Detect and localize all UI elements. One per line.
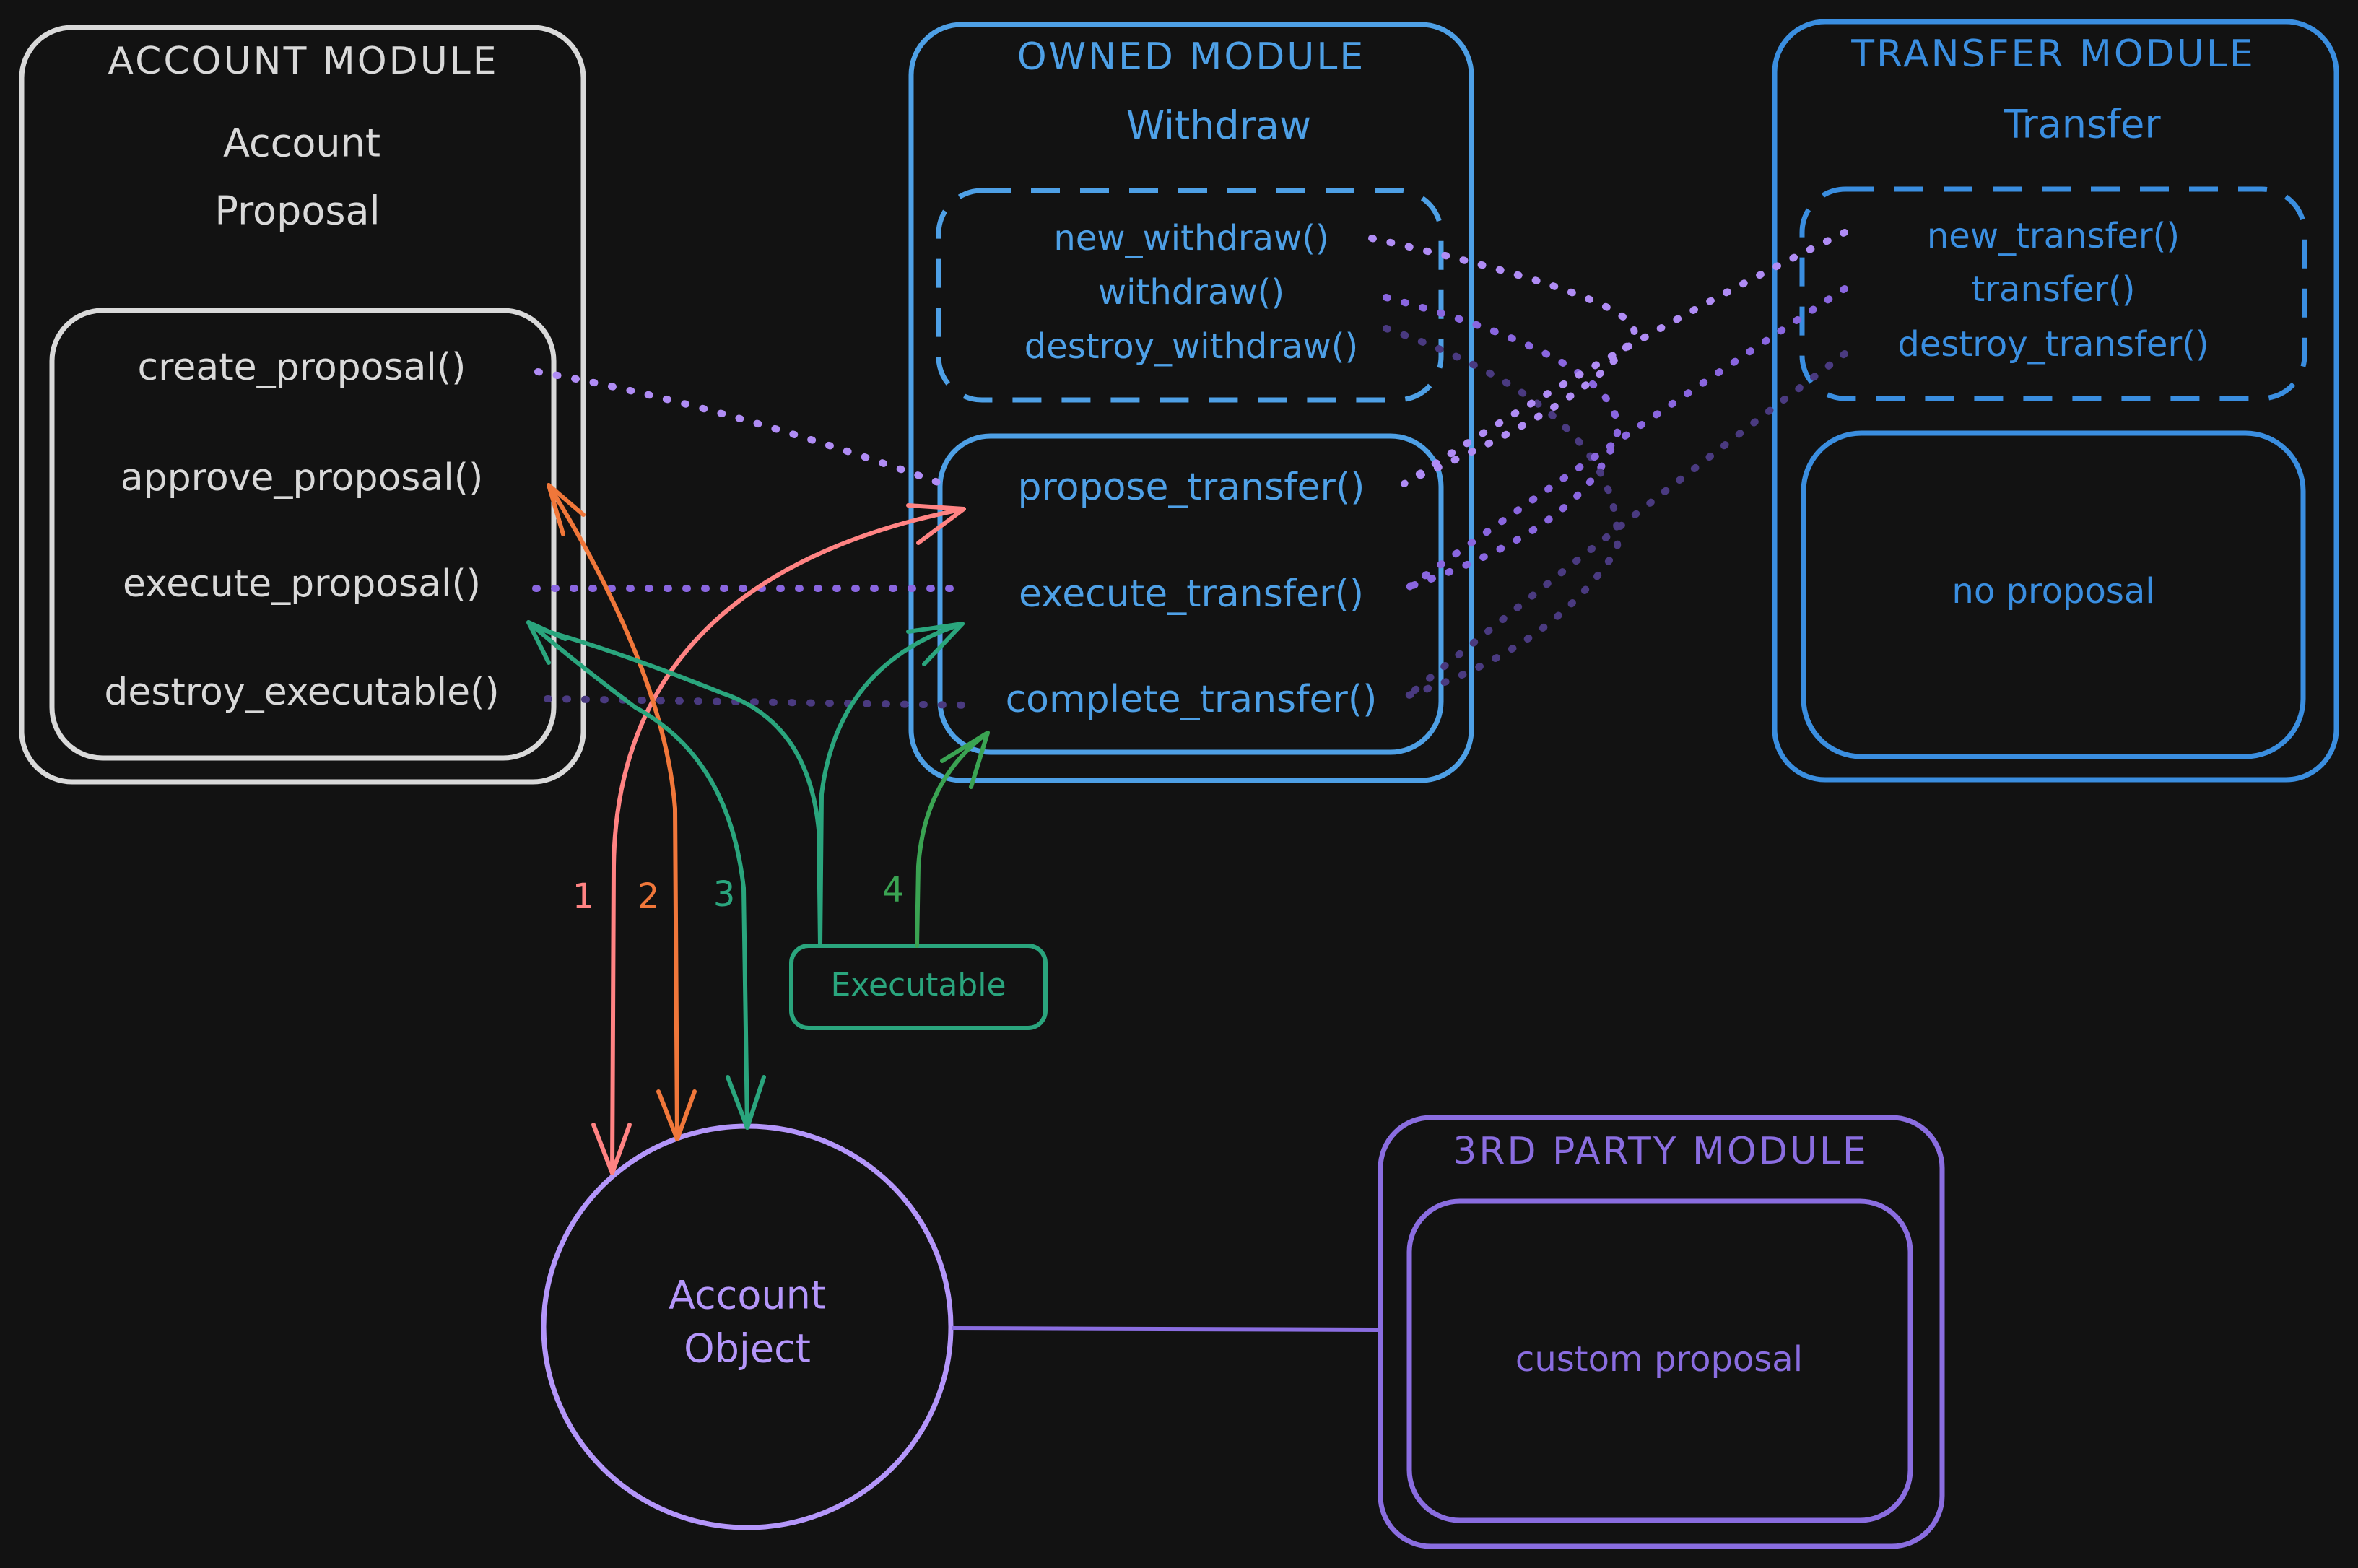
link-destroy-executable-to-complete-transfer	[544, 695, 975, 709]
account-object-label-line1: Account	[669, 1273, 826, 1318]
architecture-diagram: ACCOUNT MODULE Account Proposal create_p…	[19, 19, 2339, 1549]
fn-propose-transfer[interactable]: propose_transfer()	[1018, 466, 1365, 509]
account-object[interactable]: Account Object	[541, 1123, 954, 1530]
flow-label-1: 1	[573, 876, 595, 917]
third-party-module-title: 3RD PARTY MODULE	[1453, 1130, 1868, 1173]
link-new-withdraw-to-propose-transfer	[1368, 235, 1638, 486]
third-party-module[interactable]: 3RD PARTY MODULE custom proposal	[1378, 1115, 1945, 1549]
transfer-module[interactable]: TRANSFER MODULE Transfer new_transfer() …	[1772, 19, 2339, 783]
fn-create-proposal[interactable]: create_proposal()	[138, 346, 466, 389]
fn-complete-transfer[interactable]: complete_transfer()	[1006, 678, 1378, 721]
fn-approve-proposal[interactable]: approve_proposal()	[121, 456, 484, 500]
fn-transfer[interactable]: transfer()	[1971, 269, 2135, 310]
account-object-to-third-party-connector	[951, 1326, 1381, 1332]
custom-proposal-label: custom proposal	[1515, 1339, 1803, 1380]
owned-module[interactable]: OWNED MODULE Withdraw new_withdraw() wit…	[908, 22, 1474, 783]
transfer-module-subtitle: Transfer	[2003, 102, 2161, 147]
flow-label-3: 3	[713, 874, 736, 915]
account-module-subtitle-proposal: Proposal	[214, 188, 380, 234]
fn-withdraw[interactable]: withdraw()	[1098, 272, 1284, 313]
account-module-subtitle-account: Account	[223, 121, 380, 166]
account-object-label-line2: Object	[684, 1326, 811, 1372]
executable-label: Executable	[830, 967, 1006, 1003]
no-proposal-label: no proposal	[1952, 571, 2154, 611]
flow-label-4: 4	[882, 870, 905, 910]
account-module[interactable]: ACCOUNT MODULE Account Proposal create_p…	[19, 25, 586, 785]
executable-node[interactable]: Executable	[789, 944, 1048, 1030]
owned-module-title: OWNED MODULE	[1017, 35, 1365, 79]
flow-label-2: 2	[638, 876, 660, 917]
account-module-title: ACCOUNT MODULE	[108, 40, 498, 83]
fn-destroy-transfer[interactable]: destroy_transfer()	[1897, 324, 2209, 365]
fn-destroy-withdraw[interactable]: destroy_withdraw()	[1024, 326, 1358, 367]
link-create-proposal-to-propose-transfer	[534, 368, 949, 489]
fn-new-transfer[interactable]: new_transfer()	[1927, 216, 2180, 256]
fn-execute-transfer[interactable]: execute_transfer()	[1019, 572, 1364, 616]
transfer-module-title: TRANSFER MODULE	[1850, 32, 2255, 76]
owned-module-subtitle: Withdraw	[1126, 103, 1311, 149]
fn-destroy-executable[interactable]: destroy_executable()	[104, 671, 499, 714]
fn-execute-proposal[interactable]: execute_proposal()	[123, 562, 481, 606]
flow-arrows	[526, 483, 990, 1175]
third-party-module-frame	[1378, 1115, 1945, 1549]
fn-new-withdraw[interactable]: new_withdraw()	[1053, 218, 1328, 258]
